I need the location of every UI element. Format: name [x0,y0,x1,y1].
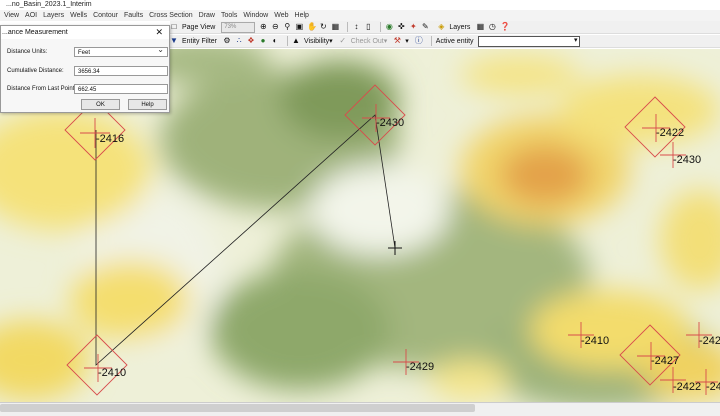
page-view-label: Page View [182,23,216,31]
entity-filter-button[interactable]: ▼ Entity Filter [170,37,217,45]
menu-faults[interactable]: Faults [124,12,143,19]
last-point-distance-label: Distance From Last Point: [7,86,77,92]
ok-button[interactable]: OK [81,99,120,110]
well-label: -2430 [673,154,701,166]
chevron-down-icon: ▾ [329,38,333,45]
well-label: -2422 [656,127,684,139]
menu-tools[interactable]: Tools [221,12,237,19]
tools-icon[interactable]: ⚒ [393,37,401,45]
menu-cross-section[interactable]: Cross Section [149,12,193,19]
well-label: -2410 [98,367,126,379]
pan-icon[interactable]: ✋ [307,23,317,31]
measure-icon[interactable]: ↕ [352,23,360,31]
well-label: -24 [706,381,720,393]
menu-window[interactable]: Window [243,12,268,19]
menu-bar: View AOI Layers Wells Contour Faults Cro… [0,10,720,21]
help-button[interactable]: Help [128,99,167,110]
info-icon[interactable]: ⓘ [415,37,423,45]
well-label: -2430 [376,117,404,129]
well-label: -2429 [406,361,434,373]
menu-layers[interactable]: Layers [43,12,64,19]
color-palette-icon[interactable]: ❖ [247,37,255,45]
check-out-label: Check Out [350,37,384,45]
display-settings-icon[interactable]: ⚙ [223,37,231,45]
check-out-icon: ✓ [339,36,347,45]
crosshair-icon[interactable]: ✜ [397,23,405,31]
active-entity-label: Active entity [435,37,474,45]
dialog-title: ...ance Measurement [2,29,68,36]
contrast-icon[interactable]: ◐ [271,37,279,45]
menu-contour[interactable]: Contour [93,12,118,19]
horizontal-scrollbar[interactable] [0,404,475,412]
distance-units-select[interactable]: Feet [74,45,168,57]
distance-units-label: Distance Units: [7,49,48,55]
cumulative-distance-label: Cumulative Distance: [7,68,64,74]
page-view-button[interactable]: □ Page View [170,22,216,31]
ruler-icon[interactable]: ▯ [364,23,372,31]
zoom-window-icon[interactable]: ⚲ [283,23,291,31]
redraw-icon[interactable]: ↻ [319,23,327,31]
well-label: -2422 [673,381,701,393]
active-entity-select[interactable] [477,35,580,47]
window-title: ...no_Basin_2023.1_Interim [0,0,720,10]
close-icon[interactable]: ✕ [155,26,163,39]
layers-icon: ◈ [438,22,445,31]
toolbar-separator [287,36,289,46]
digitize-icon[interactable]: ✎ [421,23,429,31]
layers-button[interactable]: ◈ Layers [437,23,470,31]
check-out-dropdown[interactable]: ✓ Check Out ▾ [339,36,388,46]
menu-web[interactable]: Web [274,12,288,19]
chevron-down-icon: ▾ [383,38,388,45]
toolbar-separator [347,22,349,32]
chevron-down-icon[interactable]: ▾ [405,37,409,45]
distance-measurement-dialog: ...ance Measurement ✕ Distance Units: Fe… [0,25,170,113]
well-label: -242 [699,335,720,347]
help-pointer-icon[interactable]: ❓ [500,23,510,31]
well-label: -2427 [651,355,679,367]
page-icon: □ [171,22,177,31]
grid-icon[interactable]: ▦ [331,23,340,31]
last-point-distance-field: 662.45 [74,84,168,94]
toolbar-separator [430,36,432,46]
visibility-label: Visibility [304,37,330,45]
toolbar-separator [380,22,382,32]
well-tool-icon[interactable]: ◉ [385,23,393,31]
visibility-icon: ▲ [292,36,300,45]
menu-wells[interactable]: Wells [70,12,87,19]
zoom-out-icon[interactable]: ⊖ [271,23,279,31]
well-label: -2416 [96,133,124,145]
cumulative-distance-field: 3656.34 [74,66,168,76]
table-icon[interactable]: ▦ [476,23,485,31]
fault-tool-icon[interactable]: ✦ [409,23,417,31]
color-wheel-icon[interactable]: ● [259,37,267,45]
visibility-dropdown[interactable]: ▲ Visibility ▾ [292,36,333,46]
clock-icon[interactable]: ◷ [488,23,496,31]
menu-draw[interactable]: Draw [199,12,215,19]
dialog-title-bar[interactable]: ...ance Measurement ✕ [1,26,169,39]
menu-aoi[interactable]: AOI [25,12,37,19]
entity-filter-label: Entity Filter [182,37,218,45]
zoom-level-field[interactable]: 73% [221,21,256,33]
zoom-in-icon[interactable]: ⊕ [259,23,267,31]
scatter-icon[interactable]: ∴ [235,37,243,45]
main-toolbar: □ Page View 73% ⊕ ⊖ ⚲ ▣ ✋ ↻ ▦ ↕ ▯ ◉ ✜ ✦ … [170,21,720,34]
well-label: -2410 [581,335,609,347]
secondary-toolbar: ▼ Entity Filter ⚙ ∴ ❖ ● ◐ ▲ Visibility ▾… [170,35,720,48]
zoom-extents-icon[interactable]: ▣ [295,23,304,31]
menu-help[interactable]: Help [295,12,309,19]
menu-view[interactable]: View [4,12,19,19]
layers-label: Layers [449,23,471,31]
filter-icon: ▼ [170,36,178,45]
